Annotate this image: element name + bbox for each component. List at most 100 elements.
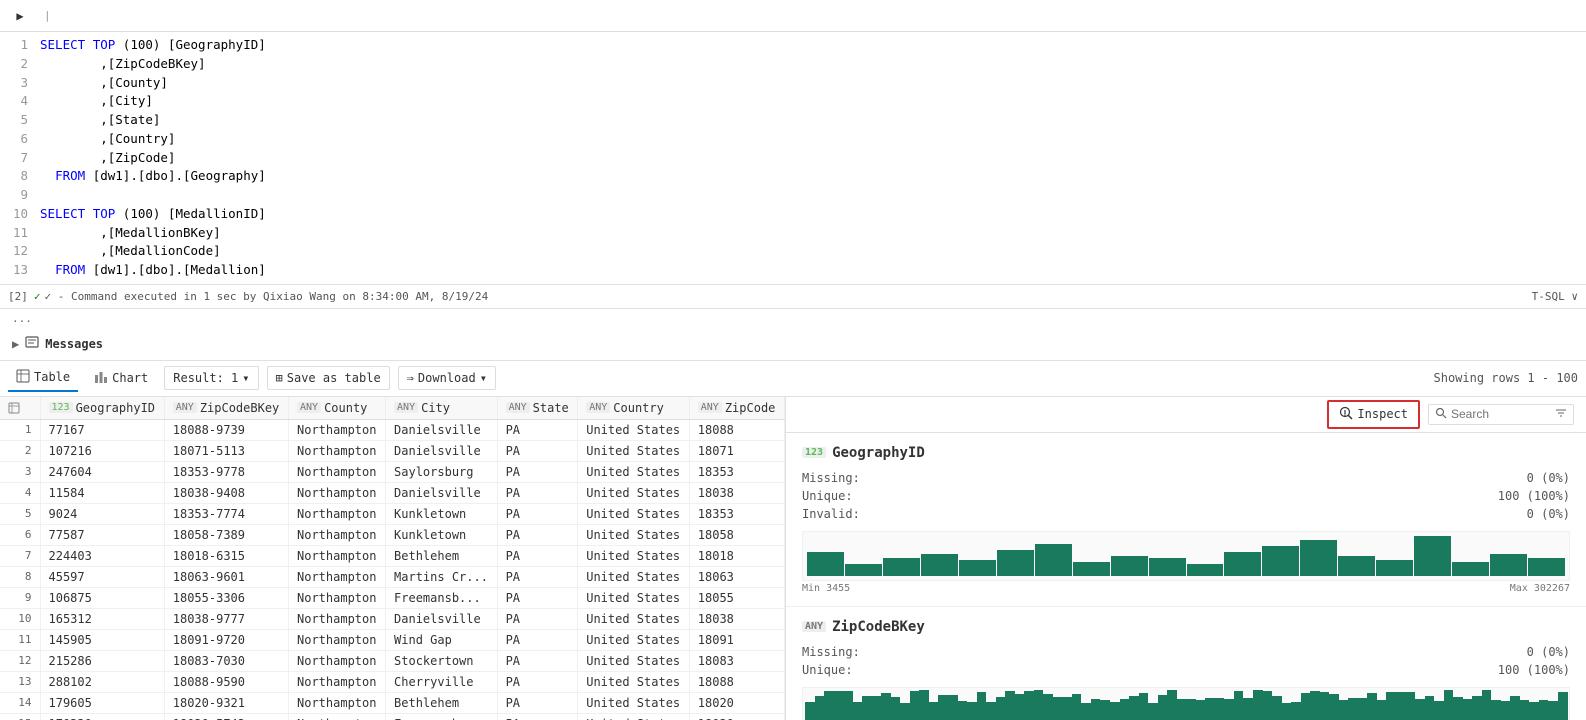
cell-geoid: 215286 xyxy=(40,650,164,671)
cell-country: United States xyxy=(578,566,690,587)
chart-bar xyxy=(1053,697,1063,720)
results-table-area[interactable]: 123 GeographyID ANY ZipCodeBKey xyxy=(0,397,786,720)
chart-bar xyxy=(1300,540,1337,576)
table-row: 1 77167 18088-9739 Northampton Danielsvi… xyxy=(0,419,785,440)
code-line-10: 10 SELECT TOP (100) [MedallionID] xyxy=(0,205,1586,224)
cell-rownum: 6 xyxy=(0,524,40,545)
cell-rownum: 9 xyxy=(0,587,40,608)
chart-bar xyxy=(1434,701,1444,720)
chart-bar xyxy=(1472,696,1482,720)
cell-state: PA xyxy=(497,482,578,503)
inspect-icon xyxy=(1339,406,1353,423)
cell-state: PA xyxy=(497,587,578,608)
cell-zip: 18020 xyxy=(689,713,784,720)
cell-city: Danielsville xyxy=(386,419,498,440)
cell-city: Freemansb... xyxy=(386,587,498,608)
chart-bar xyxy=(1110,702,1120,720)
cell-geoid: 77167 xyxy=(40,419,164,440)
chart-bar xyxy=(883,558,920,576)
chart-bar xyxy=(958,701,968,720)
chart-bar xyxy=(977,692,987,720)
inspect-button[interactable]: Inspect xyxy=(1327,400,1420,429)
col-header-county: ANY County xyxy=(289,397,386,420)
expand-icon[interactable]: ▶ xyxy=(12,337,19,351)
chart-bar xyxy=(1548,701,1558,720)
cell-rownum: 13 xyxy=(0,671,40,692)
search-box[interactable] xyxy=(1428,404,1574,425)
cell-geoid: 179605 xyxy=(40,692,164,713)
cell-zip: 18020 xyxy=(689,692,784,713)
stat-missing-label: Missing: xyxy=(802,471,860,485)
stat-geographyid-type: 123 xyxy=(802,447,826,458)
cell-county: Northampton xyxy=(289,608,386,629)
result-selector[interactable]: Result: 1 ▾ xyxy=(164,366,258,390)
cell-rownum: 7 xyxy=(0,545,40,566)
chart-bar xyxy=(1005,691,1015,720)
tab-chart[interactable]: Chart xyxy=(86,366,156,391)
run-button[interactable]: ▶ xyxy=(8,4,32,28)
stat-geographyid-min: Min 3455 xyxy=(802,583,850,594)
table-row: 12 215286 18083-7030 Northampton Stocker… xyxy=(0,650,785,671)
cell-city: Kunkletown xyxy=(386,503,498,524)
cell-county: Northampton xyxy=(289,419,386,440)
chart-bar xyxy=(1158,695,1168,720)
stat-invalid-val: 0 (0%) xyxy=(1527,507,1570,521)
cell-zip: 18038 xyxy=(689,482,784,503)
cell-geoid: 247604 xyxy=(40,461,164,482)
messages-icon xyxy=(25,336,39,353)
cell-geoid: 165312 xyxy=(40,608,164,629)
ellipsis-row[interactable]: ... xyxy=(0,309,1586,329)
cell-zip: 18353 xyxy=(689,503,784,524)
cell-country: United States xyxy=(578,545,690,566)
cell-zipkey: 18020-9321 xyxy=(164,692,288,713)
chart-bar xyxy=(1482,690,1492,720)
chart-bar xyxy=(1320,692,1330,720)
chart-bar xyxy=(900,703,910,720)
cell-zip: 18353 xyxy=(689,461,784,482)
stat-geographyid-chart: Min 3455 Max 302267 xyxy=(802,531,1570,594)
ellipsis-icon: ... xyxy=(12,312,32,325)
tab-table[interactable]: Table xyxy=(8,365,78,392)
chart-bar xyxy=(1177,699,1187,720)
code-line-4: 4 ,[City] xyxy=(0,92,1586,111)
chart-bar xyxy=(929,702,939,720)
chart-bar xyxy=(1148,703,1158,720)
search-input[interactable] xyxy=(1451,407,1551,421)
cell-country: United States xyxy=(578,482,690,503)
chart-bar xyxy=(1024,691,1034,720)
cell-county: Northampton xyxy=(289,524,386,545)
chart-bar xyxy=(853,702,863,720)
chart-bar xyxy=(1129,696,1139,720)
stat-geographyid-name: GeographyID xyxy=(832,445,925,461)
chart-bar xyxy=(834,691,844,720)
chart-bar xyxy=(862,696,872,720)
stat-zipkey-unique-val: 100 (100%) xyxy=(1498,663,1570,677)
save-as-table-button[interactable]: ⊞ Save as table xyxy=(267,366,390,390)
chart-bar xyxy=(921,554,958,576)
code-editor[interactable]: 1 SELECT TOP (100) [GeographyID] 2 ,[Zip… xyxy=(0,32,1586,285)
type-badge-123: 123 xyxy=(49,402,73,413)
filter-icon[interactable] xyxy=(1555,407,1567,422)
stat-zipcodebkey-chart xyxy=(802,687,1570,720)
chart-bar xyxy=(919,690,929,720)
cell-zipkey: 18058-7389 xyxy=(164,524,288,545)
cell-zipkey: 18083-7030 xyxy=(164,650,288,671)
table-row: 5 9024 18353-7774 Northampton Kunkletown… xyxy=(0,503,785,524)
chart-bar xyxy=(1338,556,1375,576)
type-badge-any-6: ANY xyxy=(698,402,722,413)
chart-bar xyxy=(997,550,1034,576)
cell-country: United States xyxy=(578,419,690,440)
status-message: ✓ - Command executed in 1 sec by Qixiao … xyxy=(45,290,489,303)
col-header-geographyid: 123 GeographyID xyxy=(40,397,164,420)
cell-county: Northampton xyxy=(289,692,386,713)
download-button[interactable]: ⇒ Download ▾ xyxy=(398,366,496,390)
code-line-8: 8 FROM [dw1].[dbo].[Geography] xyxy=(0,167,1586,186)
chart-bar xyxy=(815,696,825,720)
code-line-13: 13 FROM [dw1].[dbo].[Medallion] xyxy=(0,261,1586,280)
col-header-country: ANY Country xyxy=(578,397,690,420)
chart-bar xyxy=(872,696,882,720)
save-label: Save as table xyxy=(287,371,381,385)
chart-bar xyxy=(1425,696,1435,720)
cell-zipkey: 18353-7774 xyxy=(164,503,288,524)
cell-rownum: 8 xyxy=(0,566,40,587)
